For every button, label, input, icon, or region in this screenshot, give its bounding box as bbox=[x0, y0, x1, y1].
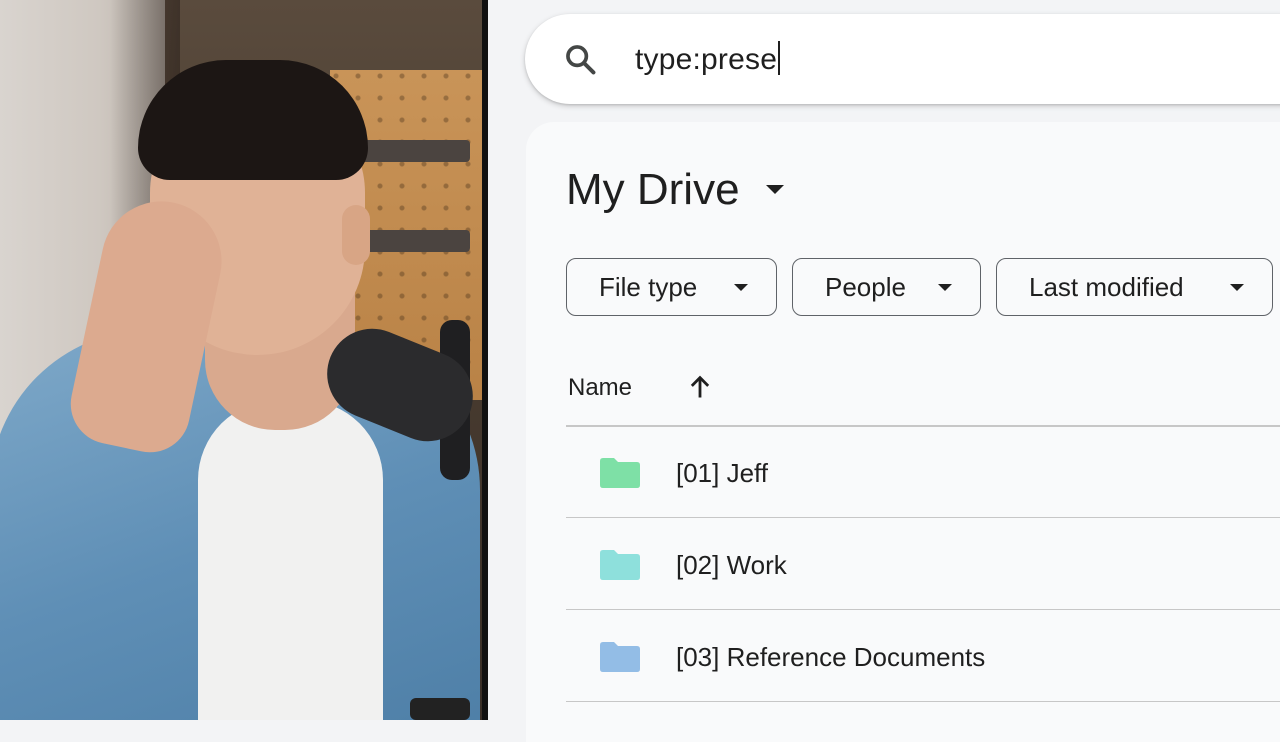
search-bar[interactable]: type:prese bbox=[525, 14, 1280, 104]
file-name: [01] Jeff bbox=[676, 458, 769, 488]
person-hair bbox=[138, 60, 368, 180]
folder-shape bbox=[600, 550, 640, 580]
chevron-down-icon[interactable] bbox=[766, 185, 784, 194]
main-panel: My Drive File type People Last modified … bbox=[526, 122, 1280, 742]
dropdown-arrow-icon bbox=[1230, 284, 1244, 291]
divider bbox=[566, 700, 1280, 702]
filter-people-button[interactable]: People bbox=[792, 258, 981, 316]
search-input[interactable]: type:prese bbox=[635, 40, 781, 80]
person-ear bbox=[342, 205, 370, 265]
folder-icon bbox=[600, 550, 640, 580]
filter-last-modified-button[interactable]: Last modified bbox=[996, 258, 1273, 316]
column-header-row: Name bbox=[568, 360, 710, 416]
search-icon[interactable] bbox=[563, 42, 597, 76]
arrow-up-icon[interactable] bbox=[686, 372, 714, 402]
folder-icon bbox=[600, 458, 640, 488]
folder-shape bbox=[600, 642, 640, 672]
drive-app: type:prese My Drive File type People Las… bbox=[488, 0, 1280, 742]
text-cursor bbox=[778, 41, 781, 75]
file-name: [02] Work bbox=[676, 550, 787, 580]
wristwatch bbox=[410, 698, 470, 720]
filter-label: Last modified bbox=[1029, 271, 1184, 302]
table-row[interactable]: [01] Jeff bbox=[566, 426, 1280, 518]
page-title[interactable]: My Drive bbox=[566, 164, 740, 216]
dropdown-arrow-icon bbox=[938, 284, 952, 291]
search-query-text: type:prese bbox=[635, 43, 778, 76]
webcam-video-frame bbox=[0, 0, 486, 720]
table-row[interactable]: [03] Reference Documents bbox=[566, 610, 1280, 702]
table-row[interactable]: [02] Work bbox=[566, 518, 1280, 610]
pegboard-shelf bbox=[350, 140, 470, 162]
person-tshirt bbox=[198, 400, 383, 720]
folder-shape bbox=[600, 458, 640, 488]
filter-file-type-button[interactable]: File type bbox=[566, 258, 777, 316]
dropdown-arrow-icon bbox=[734, 284, 748, 291]
filter-label: File type bbox=[599, 271, 698, 302]
file-name: [03] Reference Documents bbox=[676, 642, 986, 672]
filter-label: People bbox=[825, 271, 906, 302]
folder-icon bbox=[600, 642, 640, 672]
column-header-name[interactable]: Name bbox=[568, 374, 632, 402]
